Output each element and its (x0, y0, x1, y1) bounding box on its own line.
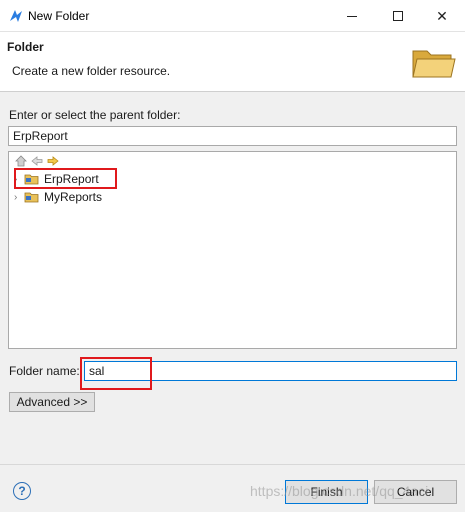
project-folder-icon (24, 192, 39, 203)
parent-folder-label: Enter or select the parent folder: (9, 108, 181, 122)
folder-tree[interactable]: › ErpReport › MyReports (8, 151, 457, 349)
help-icon[interactable]: ? (13, 482, 31, 500)
minimize-icon (347, 15, 357, 17)
close-button[interactable]: ✕ (419, 0, 465, 32)
folder-banner-icon (412, 50, 456, 78)
eclipse-app-icon (10, 10, 22, 22)
wizard-header: Folder Create a new folder resource. (0, 32, 465, 92)
page-description: Create a new folder resource. (12, 64, 171, 78)
chevron-right-icon[interactable]: › (14, 192, 24, 203)
tree-item-myreports[interactable]: › MyReports (14, 188, 102, 206)
home-icon[interactable] (15, 155, 27, 167)
close-icon: ✕ (436, 7, 448, 24)
watermark: https://blog.csdn.net/qq_4aci (250, 483, 429, 499)
maximize-icon (393, 11, 403, 21)
forward-arrow-icon[interactable] (47, 155, 59, 167)
back-arrow-icon[interactable] (31, 155, 43, 167)
page-title: Folder (7, 40, 44, 54)
tree-item-label: MyReports (44, 190, 103, 204)
footer-divider (0, 464, 465, 465)
highlight-box (14, 168, 117, 189)
maximize-button[interactable] (375, 0, 421, 32)
folder-name-label: Folder name: (9, 364, 80, 378)
title-bar: New Folder ✕ (0, 0, 465, 32)
parent-folder-input[interactable]: ErpReport (8, 126, 457, 146)
minimize-button[interactable] (329, 0, 375, 32)
window-title: New Folder (28, 9, 90, 23)
advanced-button[interactable]: Advanced >> (9, 392, 95, 412)
highlight-box (80, 357, 152, 390)
